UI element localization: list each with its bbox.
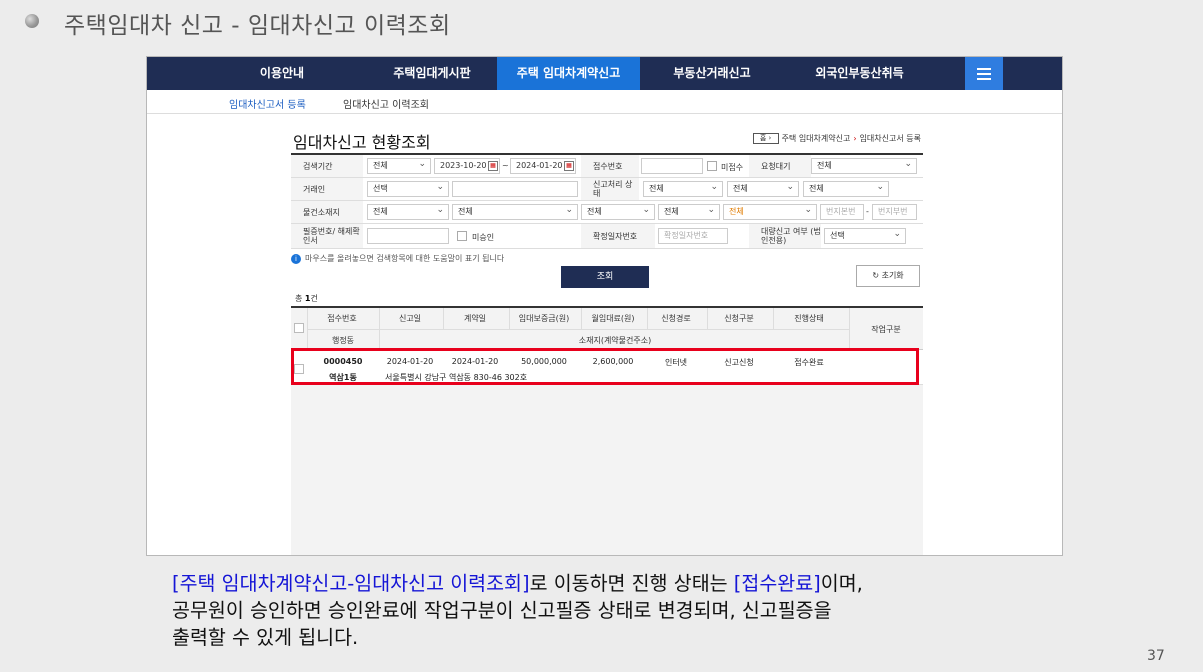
caption-status: [접수완료] bbox=[733, 572, 821, 595]
header-type: 신청구분 bbox=[724, 314, 754, 323]
cell-address: 서울특별시 강남구 역삼동 830-46 302호 bbox=[385, 373, 528, 382]
search-button[interactable]: 조회 bbox=[561, 266, 649, 288]
cell-status: 접수완료 bbox=[794, 358, 824, 367]
breadcrumb-item[interactable]: 임대차신고서 등록 bbox=[860, 133, 921, 144]
caption-text: 로 이동하면 진행 상태는 bbox=[529, 572, 734, 595]
location-select-5[interactable]: 전체 bbox=[723, 203, 817, 220]
party-select[interactable]: 선택 bbox=[367, 180, 449, 197]
nav-item-guide[interactable]: 이용안내 bbox=[217, 57, 347, 90]
header-dong: 행정동 bbox=[331, 336, 355, 345]
unreceived-checkbox[interactable] bbox=[707, 161, 717, 171]
page-heading: 임대차신고 현황조회 bbox=[293, 133, 431, 152]
fixed-date-label: 확정일자번호 bbox=[581, 224, 655, 248]
refresh-icon: ↻ bbox=[872, 271, 880, 280]
caption-line-2: 공무원이 승인하면 승인완료에 작업구분이 신고필증 상태로 변경되며, 신고필… bbox=[172, 599, 832, 622]
date-separator: ~ bbox=[502, 161, 509, 170]
unreceived-label: 미접수 bbox=[721, 163, 744, 172]
sub-navigation: 임대차신고서 등록 임대차신고 이력조회 bbox=[147, 90, 1062, 114]
request-select[interactable]: 전체 bbox=[811, 157, 917, 174]
location-select-2[interactable]: 전체 bbox=[452, 203, 578, 220]
location-label: 물건소재지 bbox=[291, 201, 363, 223]
caption-menu-path: [주택 임대차계약신고-임대차신고 이력조회] bbox=[172, 572, 530, 595]
total-count: 총 1건 bbox=[295, 294, 318, 303]
header-work: 작업구분 bbox=[871, 325, 901, 334]
cert-input[interactable] bbox=[367, 228, 449, 244]
search-form: 검색기간 전체 2023-10-20 ▦ ~ 2024-01-20 ▦ 접수번호… bbox=[291, 153, 923, 249]
header-deposit: 임대보증금(원) bbox=[518, 314, 570, 323]
period-type-select[interactable]: 전체 bbox=[367, 157, 431, 174]
header-address: 소재지(계약물건주소) bbox=[578, 336, 652, 345]
period-label: 검색기간 bbox=[291, 155, 363, 177]
screenshot-frame: 이용안내 주택임대게시판 주택 임대차계약신고 부동산거래신고 외국인부동산취득… bbox=[146, 56, 1063, 556]
main-lot-input[interactable]: 번지본번 bbox=[820, 204, 864, 220]
unapproved-label: 미승인 bbox=[472, 233, 495, 242]
party-input[interactable] bbox=[452, 181, 578, 197]
home-icon[interactable]: 홈 › bbox=[752, 133, 779, 144]
cell-type: 신고신청 bbox=[724, 358, 754, 367]
cell-receipt-no[interactable]: 0000450 bbox=[307, 357, 379, 366]
reset-button[interactable]: ↻ 초기화 bbox=[856, 265, 920, 287]
caption-line-3: 출력할 수 있게 됩니다. bbox=[172, 626, 359, 649]
help-text: 마우스를 올려놓으면 검색항목에 대한 도움말이 표기 됩니다 bbox=[305, 254, 505, 263]
process-select-2[interactable]: 전체 bbox=[727, 180, 799, 197]
cell-dong: 역삼1동 bbox=[329, 373, 357, 382]
bulk-report-label: 대량신고 여부 (법인전용) bbox=[749, 224, 821, 248]
nav-item-realestate-report[interactable]: 부동산거래신고 bbox=[642, 57, 782, 90]
receipt-no-input[interactable] bbox=[641, 158, 703, 174]
process-select-1[interactable]: 전체 bbox=[643, 180, 723, 197]
location-select-1[interactable]: 전체 bbox=[367, 203, 449, 220]
receipt-no-label: 접수번호 bbox=[581, 155, 639, 177]
calendar-icon[interactable]: ▦ bbox=[488, 161, 498, 171]
sub-lot-input[interactable]: 번지부번 bbox=[872, 204, 917, 220]
header-monthly-rent: 월임대료(원) bbox=[591, 314, 635, 323]
header-report-date: 신고일 bbox=[398, 314, 422, 323]
nav-item-lease-report[interactable]: 주택 임대차계약신고 bbox=[497, 57, 640, 90]
location-select-4[interactable]: 전체 bbox=[658, 203, 720, 220]
slide-title: 주택임대차 신고 - 임대차신고 이력조회 bbox=[64, 13, 451, 39]
row-checkbox[interactable] bbox=[294, 364, 304, 374]
breadcrumb-separator-icon: › bbox=[853, 134, 857, 143]
breadcrumb-item[interactable]: 주택 임대차계약신고 bbox=[782, 133, 851, 144]
select-all-checkbox[interactable] bbox=[294, 323, 304, 333]
cert-label: 필증번호/ 해제확인서 bbox=[291, 224, 363, 248]
process-status-label: 신고처리 상태 bbox=[581, 178, 639, 200]
calendar-icon[interactable]: ▦ bbox=[564, 161, 574, 171]
breadcrumb: 홈 › 주택 임대차계약신고 › 임대차신고서 등록 bbox=[752, 133, 921, 144]
fixed-date-input[interactable]: 확정일자번호 bbox=[658, 228, 728, 244]
location-select-3[interactable]: 전체 bbox=[581, 203, 655, 220]
hamburger-menu-icon[interactable] bbox=[965, 57, 1003, 90]
process-select-3[interactable]: 전체 bbox=[803, 180, 889, 197]
table-row[interactable]: 0000450 2024-01-20 2024-01-20 50,000,000… bbox=[291, 350, 923, 385]
caption-text: 이며, bbox=[820, 572, 863, 595]
header-contract-date: 계약일 bbox=[463, 314, 487, 323]
cell-contract-date: 2024-01-20 bbox=[451, 357, 499, 366]
help-line: i 마우스를 올려놓으면 검색항목에 대한 도움말이 표기 됩니다 bbox=[291, 253, 504, 264]
top-navigation: 이용안내 주택임대게시판 주택 임대차계약신고 부동산거래신고 외국인부동산취득 bbox=[147, 57, 1062, 90]
info-icon: i bbox=[291, 253, 301, 264]
page-number: 37 bbox=[1147, 648, 1165, 664]
cell-monthly-rent: 2,600,000 bbox=[592, 357, 634, 366]
lot-separator: - bbox=[866, 207, 869, 216]
header-receipt-no: 접수번호 bbox=[327, 314, 357, 323]
subnav-item-history[interactable]: 임대차신고 이력조회 bbox=[343, 96, 429, 111]
slide-caption: [주택 임대차계약신고-임대차신고 이력조회]로 이동하면 진행 상태는 [접수… bbox=[172, 570, 863, 651]
slide-bullet-icon bbox=[25, 14, 39, 28]
header-channel: 신청경로 bbox=[661, 314, 691, 323]
bulk-report-select[interactable]: 선택 bbox=[824, 227, 906, 244]
results-grid: 접수번호 신고일 계약일 임대보증금(원) 월임대료(원) 신청경로 신청구분 … bbox=[291, 306, 923, 555]
header-status: 진행상태 bbox=[794, 314, 824, 323]
grid-header: 접수번호 신고일 계약일 임대보증금(원) 월임대료(원) 신청경로 신청구분 … bbox=[291, 308, 923, 350]
cell-channel: 인터넷 bbox=[664, 358, 688, 367]
cell-deposit: 50,000,000 bbox=[521, 357, 567, 366]
cell-report-date: 2024-01-20 bbox=[386, 357, 434, 366]
nav-item-board[interactable]: 주택임대게시판 bbox=[367, 57, 497, 90]
request-label: 요청대기 bbox=[749, 155, 811, 177]
unapproved-checkbox[interactable] bbox=[457, 231, 467, 241]
subnav-item-register[interactable]: 임대차신고서 등록 bbox=[229, 96, 306, 111]
party-label: 거래인 bbox=[291, 178, 363, 200]
nav-item-foreigner[interactable]: 외국인부동산취득 bbox=[787, 57, 932, 90]
